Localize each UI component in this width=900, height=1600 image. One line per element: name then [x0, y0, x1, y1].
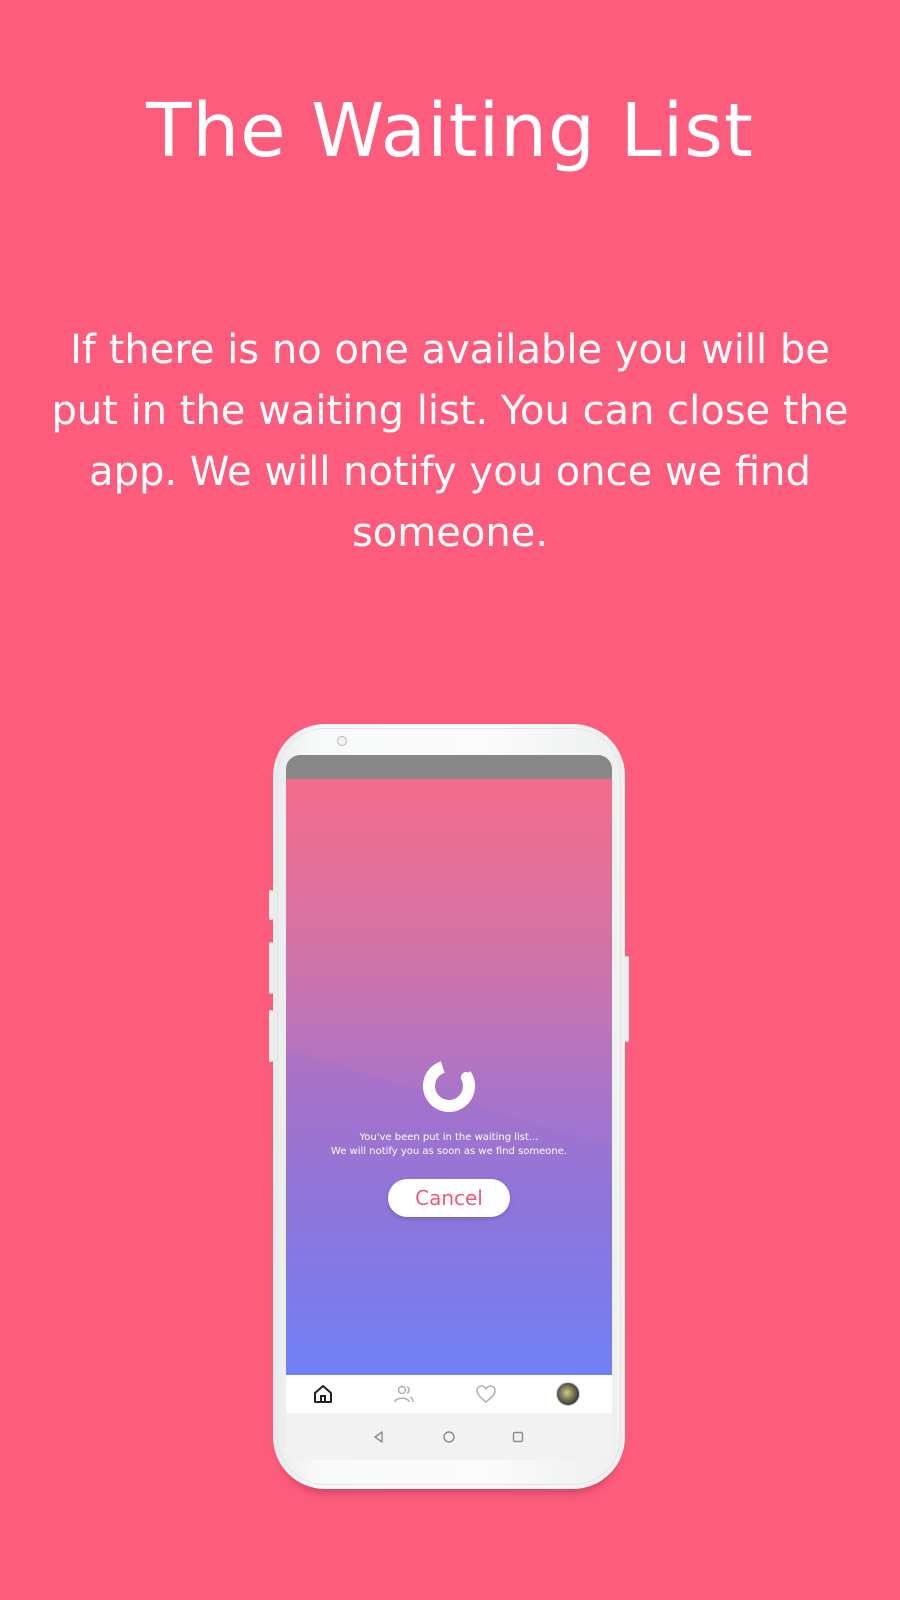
waiting-message: You've been put in the waiting list... W… — [286, 1131, 612, 1159]
recents-icon[interactable] — [510, 1429, 526, 1445]
side-key-button — [269, 1010, 273, 1062]
loading-spinner-icon[interactable] — [420, 1057, 478, 1115]
front-camera — [337, 736, 347, 746]
bottom-navigation-bar — [286, 1375, 612, 1413]
people-icon[interactable] — [392, 1382, 416, 1406]
phone-screen: You've been put in the waiting list... W… — [286, 755, 612, 1460]
profile-avatar[interactable] — [556, 1382, 580, 1406]
waiting-screen: You've been put in the waiting list... W… — [286, 779, 612, 1375]
home-circle-icon[interactable] — [441, 1429, 457, 1445]
cancel-button[interactable]: Cancel — [388, 1179, 510, 1217]
home-icon[interactable] — [311, 1382, 335, 1406]
volume-up-button — [269, 890, 273, 920]
system-navigation-bar — [286, 1413, 612, 1460]
page-description: If there is no one available you will be… — [51, 327, 849, 556]
status-bar — [286, 755, 612, 779]
back-icon[interactable] — [371, 1429, 387, 1445]
heart-icon[interactable] — [474, 1382, 498, 1406]
volume-down-button — [269, 942, 273, 994]
waiting-message-line-2: We will notify you as soon as we find so… — [330, 1146, 568, 1157]
waiting-message-line-1: You've been put in the waiting list... — [359, 1132, 539, 1143]
phone-mockup: You've been put in the waiting list... W… — [269, 724, 629, 1489]
page-headline: The Waiting List — [146, 88, 754, 174]
power-button — [625, 956, 629, 1042]
